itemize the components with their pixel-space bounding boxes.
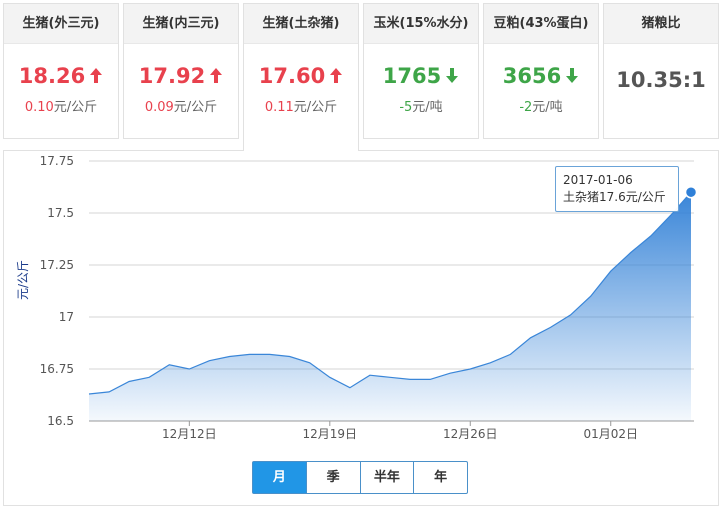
price-chart: 16.5 16.75 17 17.25 17.5 17.75 12月12日 12月19日 12月… bbox=[40, 154, 698, 441]
range-tab-month[interactable]: 月 bbox=[253, 462, 307, 493]
x-tick-label: 12月19日 bbox=[303, 427, 358, 441]
range-tab-half-year[interactable]: 半年 bbox=[361, 462, 415, 493]
y-tick-label: 17.25 bbox=[40, 258, 74, 272]
x-tick-label: 12月26日 bbox=[443, 427, 498, 441]
y-tick-label: 17 bbox=[59, 310, 74, 324]
tooltip-text: 土杂猪17.6元/公斤 bbox=[563, 190, 666, 204]
y-tick-label: 17.5 bbox=[47, 206, 74, 220]
data-point bbox=[684, 185, 698, 199]
y-axis-label: 元/公斤 bbox=[16, 259, 30, 300]
x-tick-label: 12月12日 bbox=[162, 427, 217, 441]
tooltip-date: 2017-01-06 bbox=[563, 173, 633, 187]
chart-tooltip: 2017-01-06 土杂猪17.6元/公斤 bbox=[555, 166, 679, 212]
range-tab-year[interactable]: 年 bbox=[414, 462, 467, 493]
x-tick-label: 01月02日 bbox=[583, 427, 638, 441]
range-tabs: 月 季 半年 年 bbox=[252, 461, 468, 494]
y-tick-label: 17.75 bbox=[40, 154, 74, 168]
y-tick-label: 16.5 bbox=[47, 414, 74, 428]
range-tab-quarter[interactable]: 季 bbox=[307, 462, 361, 493]
y-tick-label: 16.75 bbox=[40, 362, 74, 376]
series-area bbox=[89, 192, 691, 421]
